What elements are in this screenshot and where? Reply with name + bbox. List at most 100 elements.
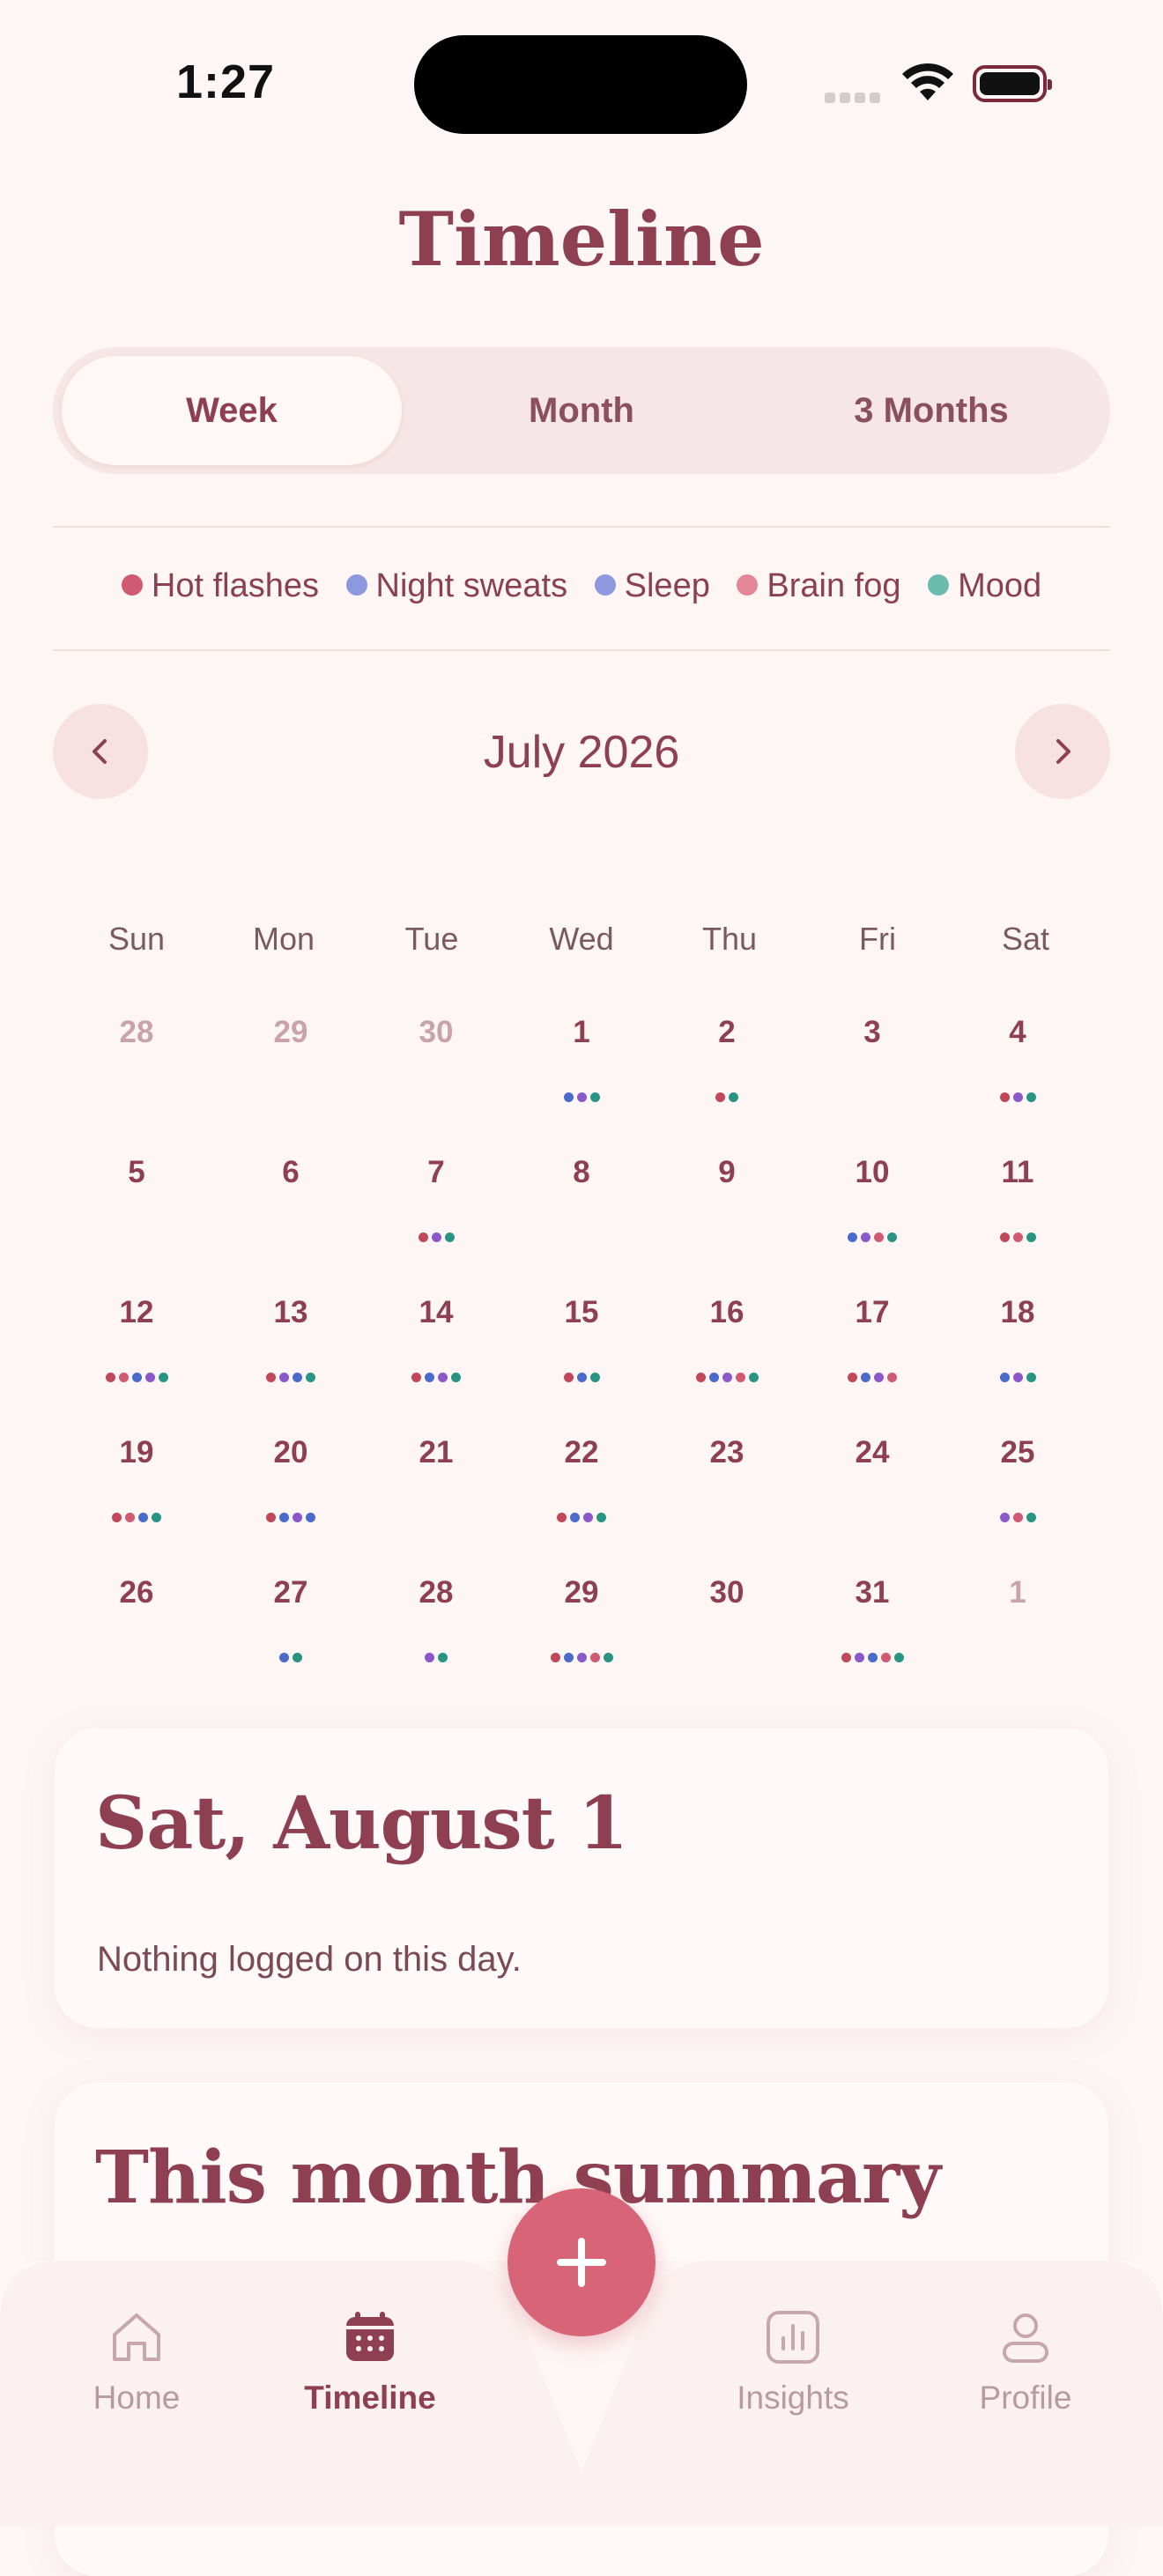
calendar-day[interactable]: 24 — [824, 1435, 921, 1470]
calendar-day[interactable]: 9 — [678, 1155, 775, 1190]
legend-label: Night sweats — [375, 567, 568, 604]
calendar-day[interactable]: 5 — [88, 1155, 185, 1190]
calendar-day[interactable]: 29 — [533, 1575, 630, 1610]
legend-dot — [345, 574, 367, 596]
symptom-dot — [722, 1373, 732, 1382]
symptom-dot — [603, 1653, 613, 1662]
calendar-day[interactable]: 15 — [533, 1295, 630, 1330]
symptom-dot — [880, 1653, 891, 1662]
symptom-dots — [956, 1373, 1079, 1385]
symptom-dots — [665, 1092, 789, 1105]
symptom-dot — [158, 1373, 168, 1382]
symptom-dot — [583, 1513, 593, 1522]
calendar-day[interactable]: 26 — [88, 1575, 185, 1610]
calendar-icon — [346, 2312, 394, 2361]
symptom-dot — [125, 1513, 135, 1522]
symptom-dot — [438, 1373, 448, 1382]
next-month-button[interactable] — [1015, 704, 1110, 799]
calendar-day[interactable]: 1 — [533, 1015, 630, 1050]
person-icon — [1003, 2313, 1048, 2363]
legend-dot — [737, 574, 759, 596]
symptom-dot — [306, 1513, 315, 1522]
symptom-dot — [444, 1232, 455, 1242]
symptom-dots — [229, 1513, 352, 1525]
home-icon — [113, 2313, 160, 2361]
segment-3-months[interactable]: 3 Months — [761, 356, 1101, 465]
calendar-day[interactable]: 20 — [242, 1435, 339, 1470]
calendar-day[interactable]: 19 — [88, 1435, 185, 1470]
add-entry-button[interactable] — [507, 2188, 656, 2336]
weekday-label: Sun — [107, 921, 166, 957]
symptom-dot — [431, 1232, 441, 1242]
symptom-dot — [841, 1653, 851, 1662]
symptom-dot — [695, 1373, 706, 1382]
weekday-label: Wed — [549, 921, 614, 957]
segment-week[interactable]: Week — [62, 356, 402, 465]
calendar-day[interactable]: 7 — [388, 1155, 485, 1190]
calendar-day[interactable]: 8 — [533, 1155, 630, 1190]
weekday-label: Thu — [701, 921, 758, 957]
calendar-day[interactable]: 1 — [969, 1575, 1066, 1610]
calendar-day[interactable]: 28 — [388, 1575, 485, 1610]
weekday-label: Tue — [404, 921, 459, 957]
weekday-label: Sat — [1001, 921, 1050, 957]
symptom-dot — [1026, 1232, 1036, 1242]
calendar-day[interactable]: 3 — [824, 1015, 921, 1050]
symptom-dot — [999, 1092, 1010, 1102]
calendar-day[interactable]: 6 — [242, 1155, 339, 1190]
symptom-dots — [520, 1092, 643, 1105]
calendar-day[interactable]: 16 — [678, 1295, 775, 1330]
calendar-day[interactable]: 2 — [678, 1015, 775, 1050]
tab-profile[interactable]: Profile — [937, 2308, 1114, 2417]
symptom-dots — [811, 1373, 934, 1385]
legend-mood: Mood — [928, 567, 1041, 605]
symptom-dot — [576, 1092, 587, 1102]
symptom-legend: Hot flashes Night sweats Sleep Brain fog… — [0, 567, 1163, 605]
calendar-day[interactable]: 22 — [533, 1435, 630, 1470]
battery-icon — [973, 65, 1052, 102]
symptom-dots — [75, 1513, 198, 1525]
symptom-dot — [105, 1373, 115, 1382]
calendar-day[interactable]: 25 — [969, 1435, 1066, 1470]
symptom-dot — [425, 1373, 434, 1382]
calendar-day[interactable]: 27 — [242, 1575, 339, 1610]
symptom-dots — [811, 1232, 934, 1245]
symptom-dot — [874, 1373, 884, 1382]
symptom-dot — [874, 1232, 884, 1242]
legend-hot-flashes: Hot flashes — [121, 567, 319, 605]
calendar-day[interactable]: 30 — [678, 1575, 775, 1610]
calendar-day[interactable]: 31 — [824, 1575, 921, 1610]
symptom-dot — [1012, 1092, 1023, 1102]
symptom-dot — [999, 1373, 1010, 1382]
calendar-day[interactable]: 11 — [969, 1155, 1066, 1190]
symptom-dot — [708, 1373, 719, 1382]
calendar-day[interactable]: 23 — [678, 1435, 775, 1470]
symptom-dot — [848, 1232, 857, 1242]
calendar-day[interactable]: 18 — [969, 1295, 1066, 1330]
calendar-day[interactable]: 29 — [242, 1015, 339, 1050]
symptom-dots — [520, 1513, 643, 1525]
calendar-day[interactable]: 12 — [88, 1295, 185, 1330]
calendar-day[interactable]: 21 — [388, 1435, 485, 1470]
tab-home[interactable]: Home — [48, 2308, 225, 2417]
symptom-dots — [956, 1232, 1079, 1245]
symptom-dot — [438, 1653, 448, 1662]
summary-title: This month summary — [95, 2136, 941, 2220]
symptom-dot — [999, 1513, 1010, 1522]
segment-month[interactable]: Month — [411, 356, 752, 465]
symptom-dot — [563, 1092, 574, 1102]
calendar-day[interactable]: 28 — [88, 1015, 185, 1050]
calendar-day[interactable]: 10 — [824, 1155, 921, 1190]
legend-label: Mood — [958, 567, 1042, 604]
tab-timeline[interactable]: Timeline — [282, 2308, 458, 2417]
calendar-day[interactable]: 30 — [388, 1015, 485, 1050]
symptom-dot — [112, 1513, 122, 1522]
tab-insights[interactable]: Insights — [705, 2308, 881, 2417]
calendar-day[interactable]: 17 — [824, 1295, 921, 1330]
calendar-day[interactable]: 4 — [969, 1015, 1066, 1050]
symptom-dot — [279, 1513, 289, 1522]
empty-day-message: Nothing logged on this day. — [97, 1940, 522, 1979]
calendar-day[interactable]: 14 — [388, 1295, 485, 1330]
symptom-dots — [229, 1373, 352, 1385]
calendar-day[interactable]: 13 — [242, 1295, 339, 1330]
